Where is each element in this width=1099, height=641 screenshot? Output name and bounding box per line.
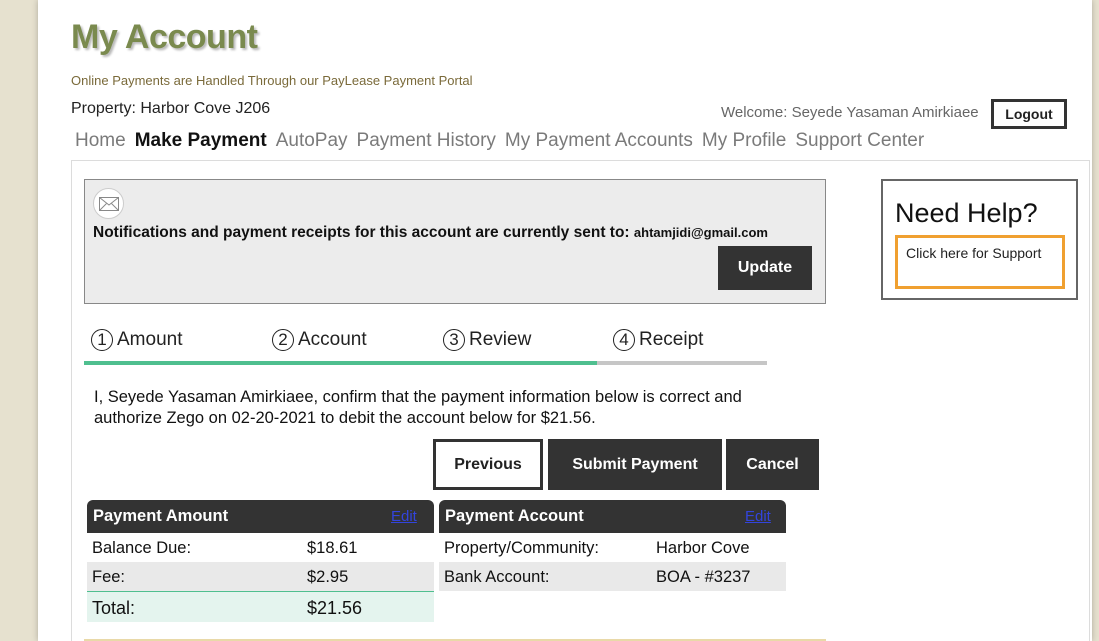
previous-button[interactable]: Previous: [433, 439, 543, 490]
step-receipt: 4 Receipt: [613, 329, 703, 351]
notification-email: ahtamjidi@gmail.com: [633, 225, 768, 240]
step-amount: 1 Amount: [91, 329, 182, 351]
row-label: Balance Due:: [92, 539, 192, 557]
support-link[interactable]: Click here for Support: [895, 235, 1065, 289]
step-label: Amount: [117, 329, 183, 350]
page-subtitle: Online Payments are Handled Through our …: [71, 73, 473, 88]
step-number: 1: [91, 329, 113, 351]
cancel-button[interactable]: Cancel: [726, 439, 819, 490]
progress-bar-remaining: [597, 361, 767, 365]
page-title: My Account: [71, 18, 258, 56]
row-value: $18.61: [307, 539, 358, 557]
step-review: 3 Review: [443, 329, 531, 351]
table-row: Property/Community: Harbor Cove: [439, 533, 786, 562]
total-label: Total:: [92, 598, 136, 618]
notification-box: Notifications and payment receipts for t…: [84, 179, 826, 304]
step-label: Receipt: [639, 329, 704, 350]
submit-payment-button[interactable]: Submit Payment: [548, 439, 722, 490]
notification-message: Notifications and payment receipts for t…: [93, 224, 630, 241]
payment-account-panel: Payment Account Edit Property/Community:…: [439, 500, 786, 591]
page: My Account Online Payments are Handled T…: [38, 0, 1092, 641]
payment-steps: 1 Amount 2 Account 3 Review 4 Receipt: [84, 326, 767, 366]
row-value: $2.95: [307, 568, 349, 586]
nav-make-payment[interactable]: Make Payment: [135, 130, 267, 152]
nav-my-payment-accounts[interactable]: My Payment Accounts: [505, 130, 693, 152]
logout-button[interactable]: Logout: [991, 99, 1067, 129]
welcome-text: Welcome: Seyede Yasaman Amirkiaee: [721, 104, 979, 121]
row-value: BOA - #3237: [656, 568, 751, 586]
total-value: $21.56: [307, 598, 363, 618]
panel-title: Payment Amount: [93, 507, 229, 525]
row-label: Bank Account:: [444, 568, 550, 586]
progress-bar-complete: [84, 361, 597, 365]
step-label: Account: [298, 329, 367, 350]
step-account: 2 Account: [272, 329, 367, 351]
total-row: Total: $21.56: [87, 591, 434, 622]
row-label: Fee:: [92, 568, 126, 586]
row-label: Property/Community:: [444, 539, 599, 557]
row-value: Harbor Cove: [656, 539, 750, 557]
step-number: 2: [272, 329, 294, 351]
notification-text: Notifications and payment receipts for t…: [93, 224, 768, 242]
edit-amount-link[interactable]: Edit: [391, 508, 417, 525]
nav-payment-history[interactable]: Payment History: [357, 130, 496, 152]
main-nav: Home Make Payment AutoPay Payment Histor…: [75, 130, 924, 152]
payment-account-header: Payment Account Edit: [439, 500, 786, 533]
help-box: Need Help? Click here for Support: [881, 179, 1078, 300]
nav-home[interactable]: Home: [75, 130, 126, 152]
confirmation-text: I, Seyede Yasaman Amirkiaee, confirm tha…: [94, 388, 742, 427]
panel-title: Payment Account: [445, 507, 584, 525]
envelope-icon: [93, 188, 124, 219]
help-title: Need Help?: [895, 198, 1038, 228]
payment-amount-header: Payment Amount Edit: [87, 500, 434, 533]
content-area: Notifications and payment receipts for t…: [71, 160, 1090, 641]
property-label: Property: Harbor Cove J206: [71, 100, 271, 117]
step-number: 4: [613, 329, 635, 351]
edit-account-link[interactable]: Edit: [745, 508, 771, 525]
table-row: Balance Due: $18.61: [87, 533, 434, 562]
nav-support-center[interactable]: Support Center: [795, 130, 924, 152]
payment-amount-panel: Payment Amount Edit Balance Due: $18.61 …: [87, 500, 434, 622]
table-row: Fee: $2.95: [87, 562, 434, 591]
update-button[interactable]: Update: [718, 246, 812, 290]
step-label: Review: [469, 329, 532, 350]
table-row: Bank Account: BOA - #3237: [439, 562, 786, 591]
nav-autopay[interactable]: AutoPay: [276, 130, 348, 152]
step-number: 3: [443, 329, 465, 351]
nav-my-profile[interactable]: My Profile: [702, 130, 786, 152]
